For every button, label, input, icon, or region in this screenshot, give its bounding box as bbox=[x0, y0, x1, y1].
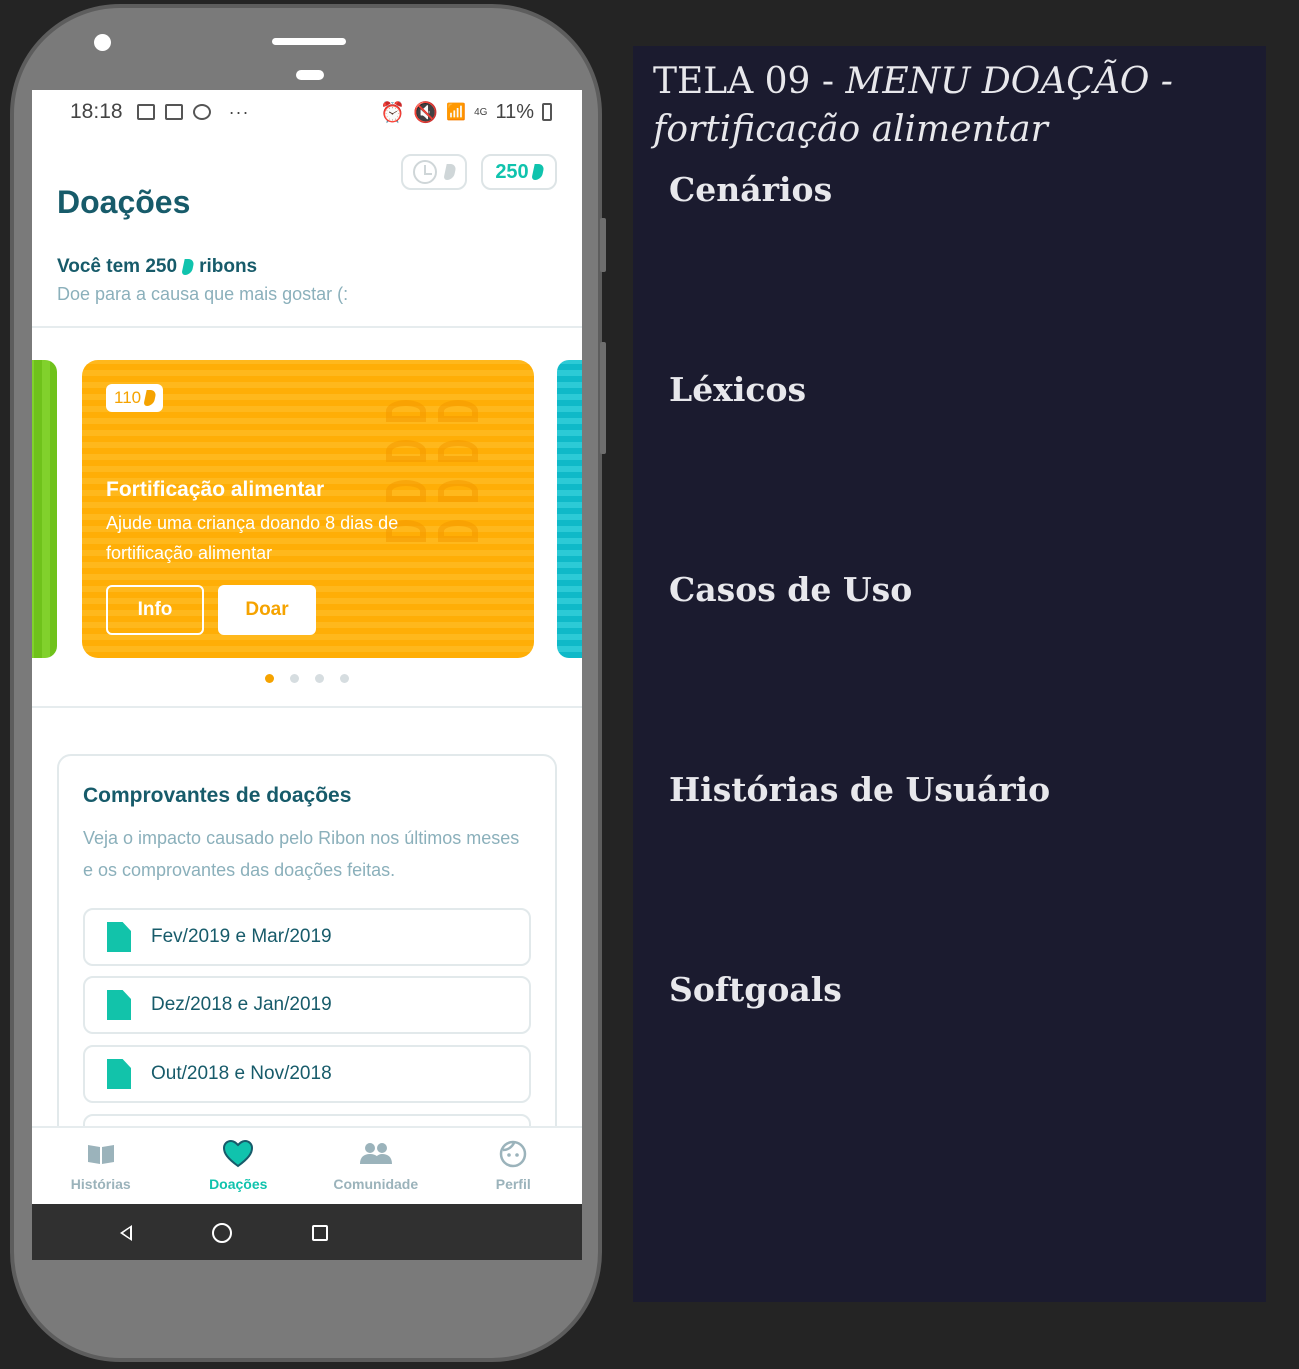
alarm-icon bbox=[192, 104, 211, 120]
donate-button[interactable]: Doar bbox=[218, 585, 316, 635]
cost-value: 110 bbox=[114, 388, 142, 407]
nav-label: Histórias bbox=[70, 1176, 131, 1192]
alarm-on-icon: ⏰ bbox=[380, 101, 406, 124]
volume-button bbox=[600, 218, 606, 272]
people-icon bbox=[359, 1140, 393, 1168]
ribon-icon bbox=[443, 164, 457, 180]
info-button[interactable]: Info bbox=[106, 585, 204, 635]
status-time: 18:18 bbox=[70, 100, 123, 123]
more-notifications-icon: ··· bbox=[228, 101, 250, 122]
ribon-icon bbox=[530, 164, 545, 180]
gallery-icon bbox=[136, 104, 155, 120]
file-icon bbox=[107, 990, 131, 1020]
receipt-period: Fev/2019 e Mar/2019 bbox=[151, 926, 332, 947]
cause-carousel[interactable]: 110 Fortificação alimentar Ajude uma cri… bbox=[32, 326, 582, 708]
nav-perfil[interactable]: Perfil bbox=[445, 1128, 583, 1204]
balance-badge[interactable]: 250 bbox=[481, 154, 557, 190]
file-icon bbox=[107, 1059, 131, 1089]
balance-suffix: ribons bbox=[199, 256, 258, 277]
nav-label: Comunidade bbox=[333, 1176, 419, 1192]
battery-icon bbox=[542, 103, 552, 121]
carousel-pagination bbox=[32, 674, 582, 683]
back-icon[interactable] bbox=[120, 1225, 132, 1241]
section-softgoals: Softgoals bbox=[669, 970, 842, 1009]
receipt-period: Out/2018 e Nov/2018 bbox=[151, 1063, 332, 1084]
page-title: Doações bbox=[57, 184, 191, 220]
receipts-title: Comprovantes de doações bbox=[83, 784, 352, 807]
front-camera bbox=[94, 34, 111, 51]
nav-comunidade[interactable]: Comunidade bbox=[307, 1128, 445, 1204]
cost-badge: 110 bbox=[106, 384, 164, 412]
next-cause-card[interactable] bbox=[557, 360, 582, 658]
wifi-icon: 📶 bbox=[446, 104, 467, 121]
receipt-item[interactable]: Dez/2018 e Jan/2019 bbox=[83, 976, 531, 1034]
receipt-item[interactable]: Out/2018 e Nov/2018 bbox=[83, 1045, 531, 1103]
cause-title: Fortificação alimentar bbox=[106, 478, 325, 501]
receipt-item[interactable]: Fev/2019 e Mar/2019 bbox=[83, 908, 531, 966]
page-subtitle: Doe para a causa que mais gostar (: bbox=[57, 284, 349, 304]
page-dot[interactable] bbox=[265, 674, 274, 683]
screen-title-prefix: TELA 09 - bbox=[653, 61, 846, 102]
heart-icon bbox=[223, 1140, 254, 1168]
recents-icon[interactable] bbox=[312, 1225, 328, 1241]
donations-header: 250 Doações Você tem 250 ribons Doe para… bbox=[32, 134, 582, 326]
system-navigation-bar bbox=[32, 1204, 582, 1260]
history-button[interactable] bbox=[401, 154, 467, 190]
description-panel: TELA 09 - MENU DOAÇÃO - fortificação ali… bbox=[633, 46, 1266, 1302]
face-icon bbox=[499, 1140, 527, 1168]
network-type: 4G bbox=[474, 106, 488, 118]
receipt-period: Dez/2018 e Jan/2019 bbox=[151, 994, 332, 1015]
home-icon[interactable] bbox=[212, 1223, 232, 1243]
section-lexicos: Léxicos bbox=[669, 370, 807, 409]
page-dot[interactable] bbox=[340, 674, 349, 683]
proximity-sensor bbox=[296, 70, 324, 80]
section-historias-de-usuario: Histórias de Usuário bbox=[669, 770, 1051, 809]
earpiece-speaker bbox=[272, 38, 346, 45]
cause-description: Ajude uma criança doando 8 dias de forti… bbox=[106, 513, 399, 563]
mute-icon: 🔇 bbox=[413, 101, 439, 124]
battery-level: 11% bbox=[495, 100, 534, 123]
power-button bbox=[600, 342, 606, 454]
section-cenarios: Cenários bbox=[669, 170, 833, 209]
book-icon bbox=[86, 1140, 116, 1168]
page-dot[interactable] bbox=[290, 674, 299, 683]
balance-value: 250 bbox=[495, 160, 529, 183]
status-bar: 18:18 ··· ⏰ 🔇 📶 4G 11% bbox=[32, 90, 582, 134]
nav-historias[interactable]: Histórias bbox=[32, 1128, 170, 1204]
balance-text: Você tem 250 ribons bbox=[57, 256, 257, 278]
nav-label: Doações bbox=[209, 1176, 268, 1192]
receipts-card: Comprovantes de doações Veja o impacto c… bbox=[57, 754, 557, 1174]
bottom-navigation: Histórias Doações Comunidade Perfil bbox=[32, 1126, 582, 1204]
file-icon bbox=[107, 922, 131, 952]
ribon-icon bbox=[143, 390, 157, 406]
previous-cause-card[interactable] bbox=[32, 360, 57, 658]
section-casos-de-uso: Casos de Uso bbox=[669, 570, 913, 609]
nav-label: Perfil bbox=[495, 1176, 531, 1192]
cause-card[interactable]: 110 Fortificação alimentar Ajude uma cri… bbox=[82, 360, 534, 658]
phone-frame: 18:18 ··· ⏰ 🔇 📶 4G 11% 250 Doações Você … bbox=[10, 4, 606, 1362]
app-screen: 18:18 ··· ⏰ 🔇 📶 4G 11% 250 Doações Você … bbox=[32, 90, 582, 1260]
balance-prefix: Você tem 250 bbox=[57, 256, 178, 277]
mail-icon bbox=[164, 104, 183, 120]
screen-title: TELA 09 - MENU DOAÇÃO - fortificação ali… bbox=[653, 58, 1243, 154]
ribon-icon bbox=[181, 259, 195, 275]
page-dot[interactable] bbox=[315, 674, 324, 683]
receipts-description: Veja o impacto causado pelo Ribon nos úl… bbox=[83, 828, 520, 880]
clock-icon bbox=[413, 160, 437, 184]
nav-doacoes[interactable]: Doações bbox=[170, 1128, 308, 1204]
